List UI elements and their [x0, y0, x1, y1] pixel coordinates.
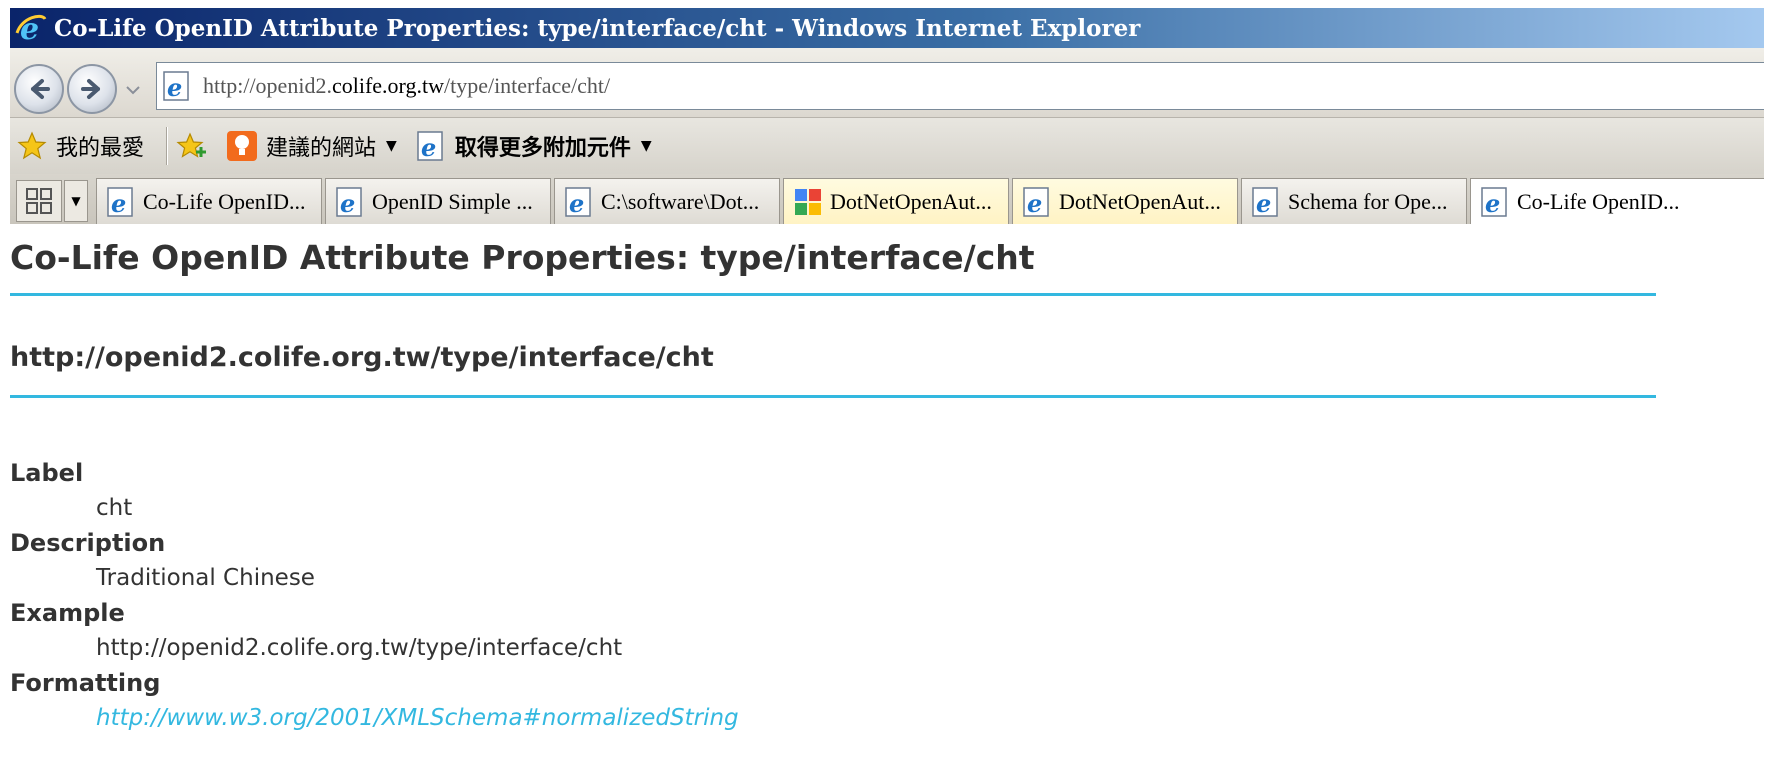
svg-text:e: e — [340, 189, 355, 218]
suggested-sites-icon — [227, 131, 258, 161]
ie-page-icon: e — [1252, 186, 1278, 218]
ie-page-icon: e — [163, 71, 189, 102]
property-term-formatting: Formatting — [10, 669, 161, 697]
title-bar: e Co-Life OpenID Attribute Properties: t… — [10, 8, 1774, 48]
favorites-bar: 我的最愛 建議的網站 ▼ e 取得更多附加元件 ▼ — [10, 118, 1774, 174]
forward-button[interactable] — [67, 64, 117, 114]
svg-text:e: e — [1256, 189, 1271, 218]
add-favorite-star-icon — [176, 132, 207, 158]
ie-page-icon: e — [565, 186, 591, 218]
property-value-formatting: http://www.w3.org/2001/XMLSchema#normali… — [10, 701, 739, 736]
quick-tabs-grid-icon — [26, 188, 52, 214]
tab-4[interactable]: e DotNetOpenAut... — [1012, 178, 1238, 224]
google-icon — [795, 188, 821, 215]
tab-label: DotNetOpenAut... — [1059, 188, 1221, 214]
svg-text:e: e — [111, 189, 126, 218]
window-title: Co-Life OpenID Attribute Properties: typ… — [54, 14, 1141, 42]
get-addons-label: 取得更多附加元件 — [454, 136, 631, 161]
favorites-button[interactable]: 我的最愛 — [16, 130, 144, 162]
tab-list-dropdown[interactable]: ▼ — [64, 180, 88, 222]
tab-0[interactable]: e Co-Life OpenID... — [96, 178, 322, 224]
suggested-sites-button[interactable]: 建議的網站 ▼ — [226, 130, 397, 162]
tab-5[interactable]: e Schema for Ope... — [1241, 178, 1467, 224]
back-button[interactable] — [14, 64, 64, 114]
property-value-example: http://openid2.colife.org.tw/type/interf… — [96, 635, 623, 661]
forward-arrow-icon — [81, 79, 100, 99]
back-arrow-icon — [31, 79, 50, 99]
favorites-label: 我的最愛 — [56, 136, 145, 161]
get-addons-button[interactable]: e 取得更多附加元件 ▼ — [415, 130, 652, 162]
tab-6[interactable]: e Co-Life OpenID... — [1470, 178, 1774, 224]
ie-page-icon: e — [1481, 186, 1507, 218]
chevron-down-icon: ▼ — [640, 138, 652, 154]
navigation-bar: e http://openid2.colife.org.tw/type/inte… — [10, 48, 1774, 118]
history-dropdown-icon[interactable] — [122, 80, 144, 100]
attribute-properties-list: Label cht Description Traditional Chines… — [10, 456, 739, 736]
page-title: Co-Life OpenID Attribute Properties: typ… — [10, 238, 1035, 277]
tab-label: C:\software\Dot... — [601, 188, 760, 214]
tab-label: Schema for Ope... — [1288, 188, 1448, 214]
svg-text:e: e — [1027, 189, 1042, 218]
formatting-schema-link[interactable]: http://www.w3.org/2001/XMLSchema#normali… — [96, 705, 739, 731]
tab-label: DotNetOpenAut... — [830, 188, 992, 214]
tab-label: OpenID Simple ... — [372, 188, 533, 214]
svg-text:e: e — [569, 189, 584, 218]
chevron-down-icon: ▼ — [71, 194, 81, 208]
chevron-down-icon: ▼ — [386, 138, 397, 154]
svg-text:e: e — [1485, 189, 1500, 218]
ie-page-icon: e — [336, 186, 362, 218]
svg-text:e: e — [167, 73, 182, 102]
attribute-uri-heading: http://openid2.colife.org.tw/type/interf… — [10, 342, 714, 373]
ie-logo-icon: e — [15, 12, 47, 45]
address-input[interactable]: e http://openid2.colife.org.tw/type/inte… — [156, 62, 1774, 110]
tab-3[interactable]: DotNetOpenAut... — [783, 178, 1009, 224]
property-value-description: Traditional Chinese — [96, 565, 315, 591]
tab-label: Co-Life OpenID... — [143, 188, 306, 214]
tab-2[interactable]: e C:\software\Dot... — [554, 178, 780, 224]
tab-bar: ▼ e Co-Life OpenID... e OpenID Simple ..… — [10, 174, 1774, 224]
ie-page-icon: e — [107, 186, 133, 218]
property-term-example: Example — [10, 599, 125, 627]
ie-page-icon: e — [1023, 186, 1049, 218]
suggested-sites-label: 建議的網站 — [266, 136, 377, 161]
property-term-label: Label — [10, 459, 84, 487]
property-value-label: cht — [96, 495, 133, 521]
add-to-favorites-bar-button[interactable] — [176, 130, 216, 162]
heading-divider — [10, 293, 1656, 296]
star-icon — [17, 131, 47, 160]
tab-label: Co-Life OpenID... — [1517, 188, 1680, 214]
tab-1[interactable]: e OpenID Simple ... — [325, 178, 551, 224]
property-term-description: Description — [10, 529, 166, 557]
browser-window: e Co-Life OpenID Attribute Properties: t… — [10, 8, 1774, 773]
ie-page-icon: e — [417, 131, 443, 162]
window-edge — [1764, 0, 1774, 773]
quick-tabs-button[interactable] — [16, 180, 62, 222]
separator — [166, 127, 169, 165]
subheading-divider — [10, 395, 1656, 398]
address-url: http://openid2.colife.org.tw/type/interf… — [203, 73, 611, 98]
svg-text:e: e — [421, 133, 436, 162]
page-content: Co-Life OpenID Attribute Properties: typ… — [10, 224, 1774, 773]
